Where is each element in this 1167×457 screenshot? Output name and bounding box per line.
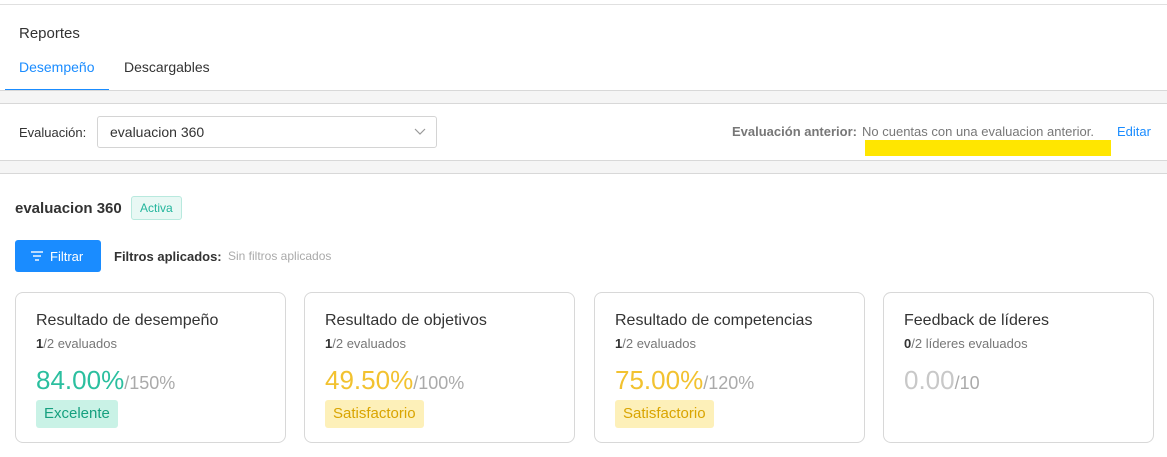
card-score: 75.00%/120% — [615, 365, 754, 398]
card-score-max: /120% — [703, 373, 755, 393]
card-score-max: /150% — [124, 373, 176, 393]
card-score: 49.50%/100% — [325, 365, 464, 398]
card-score-max: /10 — [954, 373, 980, 393]
highlight-marker — [865, 140, 1111, 156]
card-subtitle: 1/2 evaluados — [36, 336, 117, 351]
evaluation-select-value: evaluacion 360 — [110, 124, 205, 140]
applied-filters-label: Filtros aplicados: — [114, 249, 222, 264]
filter-button[interactable]: Filtrar — [15, 240, 101, 272]
card-competencias: Resultado de competencias 1/2 evaluados … — [594, 292, 865, 443]
card-score-value: 49.50% — [325, 365, 414, 395]
card-title: Resultado de competencias — [615, 312, 813, 329]
card-subtitle: 1/2 evaluados — [615, 336, 696, 351]
card-score: 0.00/10 — [904, 365, 980, 398]
card-objetivos: Resultado de objetivos 1/2 evaluados 49.… — [304, 292, 575, 443]
status-badge: Activa — [131, 196, 182, 220]
evaluation-select[interactable]: evaluacion 360 — [97, 116, 437, 148]
card-title: Resultado de desempeño — [36, 312, 219, 329]
section-gap — [0, 91, 1167, 103]
card-subtitle-text: /2 líderes evaluados — [911, 336, 1028, 351]
filter-icon — [31, 251, 43, 261]
card-score: 84.00%/150% — [36, 365, 175, 398]
tab-descargables[interactable]: Descargables — [124, 55, 210, 91]
edit-link[interactable]: Editar — [1117, 124, 1151, 139]
card-subtitle: 1/2 evaluados — [325, 336, 406, 351]
section-gap — [0, 161, 1167, 173]
divider — [0, 173, 1167, 174]
evaluation-name: evaluacion 360 — [15, 200, 122, 217]
card-feedback-lideres: Feedback de líderes 0/2 líderes evaluado… — [883, 292, 1154, 443]
card-title: Feedback de líderes — [904, 312, 1049, 329]
card-score-value: 0.00 — [904, 365, 955, 395]
tab-bar: Desempeño Descargables — [0, 55, 1167, 91]
card-subtitle-text: /2 evaluados — [332, 336, 406, 351]
evaluation-selector-row: Evaluación: evaluacion 360 Evaluación an… — [0, 104, 1167, 160]
evaluation-label: Evaluación: — [19, 125, 87, 140]
chevron-down-icon — [414, 128, 426, 135]
card-subtitle: 0/2 líderes evaluados — [904, 336, 1028, 351]
card-score-value: 84.00% — [36, 365, 125, 395]
filter-button-label: Filtrar — [50, 249, 84, 264]
card-subtitle-text: /2 evaluados — [43, 336, 117, 351]
applied-filters-value: Sin filtros aplicados — [228, 249, 332, 263]
rating-badge: Excelente — [36, 400, 118, 428]
card-score-max: /100% — [413, 373, 465, 393]
card-score-value: 75.00% — [615, 365, 704, 395]
previous-evaluation-label: Evaluación anterior: — [732, 124, 857, 139]
rating-badge: Satisfactorio — [325, 400, 424, 428]
card-desempeno: Resultado de desempeño 1/2 evaluados 84.… — [15, 292, 286, 443]
page-title: Reportes — [19, 25, 80, 42]
page-header: Reportes Desempeño Descargables — [0, 5, 1167, 91]
card-title: Resultado de objetivos — [325, 312, 487, 329]
tab-desempeno[interactable]: Desempeño — [19, 55, 95, 91]
previous-evaluation-value: No cuentas con una evaluacion anterior. — [862, 124, 1094, 139]
card-subtitle-text: /2 evaluados — [622, 336, 696, 351]
rating-badge: Satisfactorio — [615, 400, 714, 428]
